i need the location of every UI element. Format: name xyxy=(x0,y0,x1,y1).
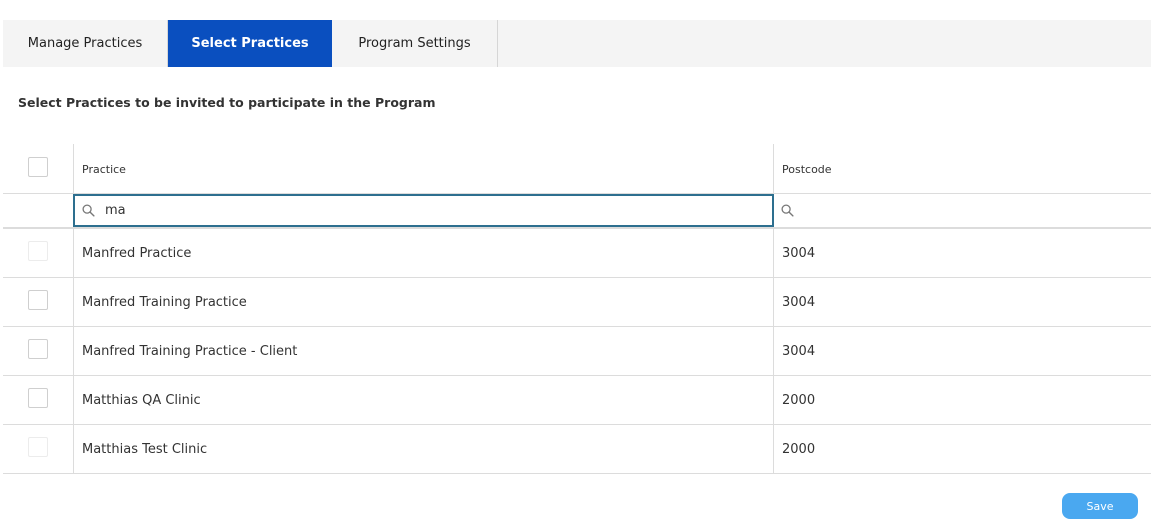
save-button[interactable]: Save xyxy=(1062,493,1138,519)
postcode-cell: 3004 xyxy=(773,229,1151,277)
row-checkbox[interactable] xyxy=(28,339,48,359)
row-checkbox-cell xyxy=(3,278,73,326)
postcode-filter-field[interactable] xyxy=(774,194,1151,227)
row-checkbox-cell xyxy=(3,376,73,424)
table-row[interactable]: Matthias QA Clinic 2000 xyxy=(3,376,1151,425)
table-row[interactable]: Manfred Practice 3004 xyxy=(3,229,1151,278)
row-checkbox[interactable] xyxy=(28,241,48,261)
tab-bar: Manage Practices Select Practices Progra… xyxy=(3,20,1151,67)
practice-name-cell: Matthias QA Clinic xyxy=(73,376,773,424)
postcode-filter-input[interactable] xyxy=(804,203,1134,218)
select-all-cell xyxy=(3,144,73,193)
search-icon xyxy=(781,204,794,217)
select-all-checkbox[interactable] xyxy=(28,156,48,177)
column-header-postcode[interactable]: Postcode xyxy=(773,144,1151,193)
practice-filter-field[interactable] xyxy=(73,194,774,227)
practice-name-cell: Manfred Training Practice - Client xyxy=(73,327,773,375)
postcode-cell: 2000 xyxy=(773,425,1151,473)
tab-select-practices[interactable]: Select Practices xyxy=(168,20,332,67)
practice-name-cell: Matthias Test Clinic xyxy=(73,425,773,473)
practice-filter-input[interactable] xyxy=(105,203,705,218)
practices-table: Practice Postcode ma Manfred Practice 30… xyxy=(3,144,1151,474)
practice-name-cell: Manfred Practice xyxy=(73,229,773,277)
practice-name-cell: Manfred Training Practice xyxy=(73,278,773,326)
select-practices-page: Manage Practices Select Practices Progra… xyxy=(0,0,1151,528)
table-row[interactable]: Matthias Test Clinic 2000 xyxy=(3,425,1151,474)
row-checkbox-cell xyxy=(3,425,73,473)
row-checkbox-cell xyxy=(3,229,73,277)
filter-row xyxy=(3,194,1151,229)
row-checkbox[interactable] xyxy=(28,290,48,310)
row-checkbox-cell xyxy=(3,327,73,375)
postcode-cell: 2000 xyxy=(773,376,1151,424)
table-header-row: Practice Postcode xyxy=(3,144,1151,194)
page-heading: Select Practices to be invited to partic… xyxy=(18,95,436,110)
search-icon xyxy=(82,204,95,217)
row-checkbox[interactable] xyxy=(28,388,48,408)
tab-program-settings[interactable]: Program Settings xyxy=(332,20,498,67)
column-header-practice[interactable]: Practice xyxy=(73,144,773,193)
row-checkbox[interactable] xyxy=(28,437,48,457)
table-row[interactable]: Manfred Training Practice 3004 xyxy=(3,278,1151,327)
postcode-cell: 3004 xyxy=(773,327,1151,375)
table-row[interactable]: Manfred Training Practice - Client 3004 xyxy=(3,327,1151,376)
postcode-cell: 3004 xyxy=(773,278,1151,326)
tab-manage-practices[interactable]: Manage Practices xyxy=(3,20,168,67)
